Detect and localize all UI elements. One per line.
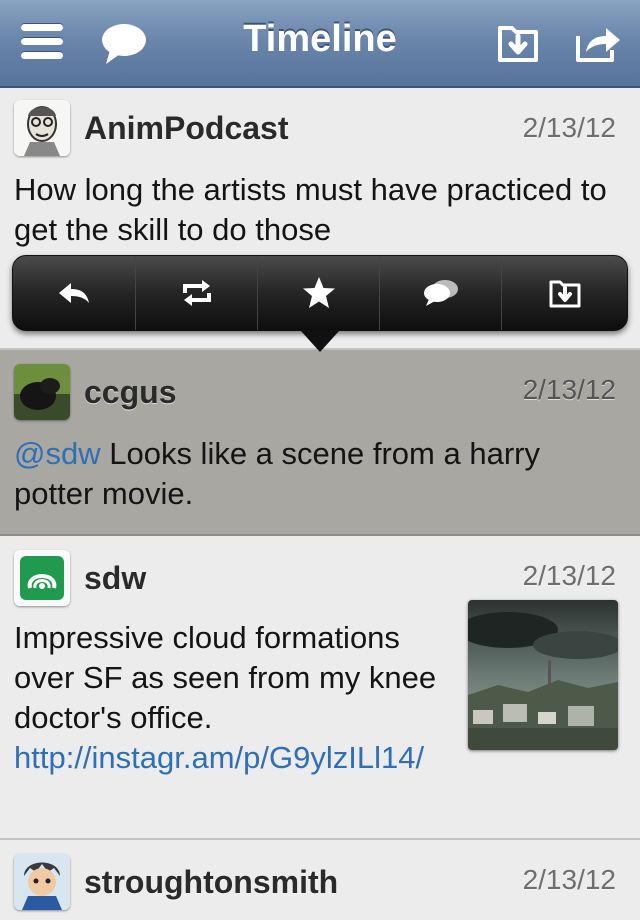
retweet-icon — [183, 280, 211, 306]
dog-photo-icon — [14, 364, 70, 420]
tweet-row[interactable]: sdw 2/13/12 Impressive cloud formations … — [0, 536, 640, 840]
username[interactable]: sdw — [84, 560, 146, 597]
tweet-date: 2/13/12 — [522, 864, 616, 895]
tweet-date: 2/13/12 — [522, 560, 616, 591]
cloud-photo-icon — [468, 600, 618, 750]
retweet-button[interactable] — [135, 256, 258, 330]
action-bar-pointer — [300, 330, 340, 352]
avatar[interactable] — [14, 550, 70, 606]
username[interactable]: ccgus — [84, 374, 176, 411]
username[interactable]: stroughtonsmith — [84, 864, 338, 901]
tweet-text: How long the artists must have practiced… — [14, 172, 607, 247]
tweet-text: Impressive cloud formations over SF as s… — [14, 618, 454, 778]
green-logo-icon — [14, 550, 70, 606]
conversation-button[interactable] — [379, 256, 502, 330]
username[interactable]: AnimPodcast — [84, 110, 288, 147]
tweet-link[interactable]: http://instagr.am/p/G9ylzILl14/ — [14, 740, 424, 775]
avatar[interactable] — [14, 854, 70, 910]
tweet-action-bar — [12, 255, 628, 331]
share-button[interactable] — [574, 20, 624, 66]
tweet-date: 2/13/12 — [522, 374, 616, 405]
tweet-row[interactable]: ccgus 2/13/12 @sdw Looks like a scene fr… — [0, 350, 640, 536]
avatar[interactable] — [14, 100, 70, 156]
save-tweet-button[interactable] — [501, 256, 628, 330]
mention-link[interactable]: @sdw — [14, 436, 101, 471]
navigation-bar: Timeline — [0, 0, 640, 88]
tweet-text-body: Impressive cloud formations over SF as s… — [14, 620, 437, 735]
caricature-avatar-icon — [14, 100, 70, 156]
reply-icon — [59, 283, 89, 303]
save-icon — [549, 280, 581, 308]
save-icon — [498, 26, 538, 62]
tweet-text: @sdw Looks like a scene from a harry pot… — [14, 434, 614, 514]
tweet-row[interactable]: stroughtonsmith 2/13/12 — [0, 840, 640, 920]
cartoon-avatar-icon — [14, 854, 70, 910]
conversation-icon — [424, 280, 458, 306]
star-icon — [303, 277, 335, 308]
reply-button[interactable] — [13, 256, 135, 330]
favorite-button[interactable] — [257, 256, 380, 330]
save-button[interactable] — [496, 20, 546, 66]
avatar[interactable] — [14, 364, 70, 420]
tweet-date: 2/13/12 — [522, 112, 616, 143]
share-icon — [576, 28, 620, 62]
photo-thumbnail[interactable] — [468, 600, 618, 750]
